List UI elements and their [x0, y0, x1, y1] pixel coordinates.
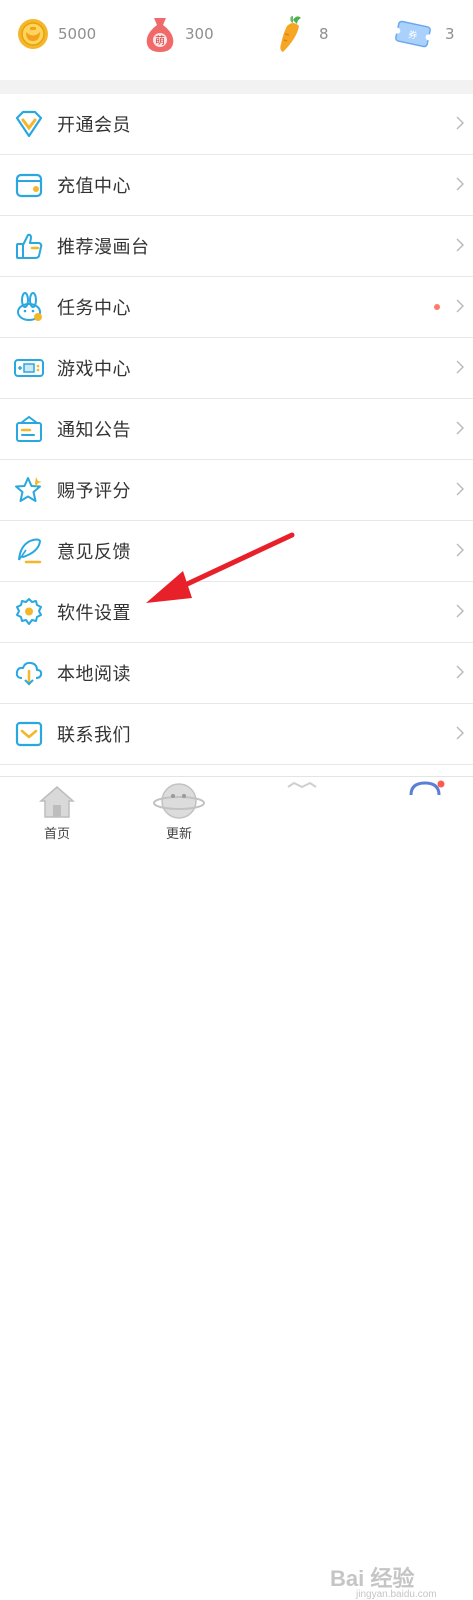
bag-stat[interactable]: 萌 300: [143, 12, 214, 56]
notice-board-icon: [14, 414, 44, 444]
tab-partial-icon[interactable]: [262, 777, 342, 843]
tab-label: 更新: [165, 827, 192, 842]
menu-list: 开通会员 充值中心 推荐漫画台 任务中心 游戏中心 通知公告 赐予评分 意见反馈…: [0, 94, 473, 765]
bag-label: 萌: [155, 34, 165, 47]
bottom-tab-bar: 首页 更新 Bai 经验 jingyan.baidu.com: [0, 776, 473, 1600]
planet-icon: [153, 783, 205, 819]
crown-icon: [287, 781, 317, 789]
chevron-right-icon: [456, 543, 464, 557]
cloud-download-icon: [14, 658, 44, 688]
menu-item-label: 本地阅读: [57, 664, 131, 685]
menu-item-games[interactable]: 游戏中心: [0, 338, 473, 399]
wallet-icon: [14, 170, 44, 200]
chevron-right-icon: [456, 665, 464, 679]
menu-item-label: 软件设置: [57, 603, 131, 624]
gamepad-icon: [14, 353, 44, 383]
rabbit-icon: [14, 292, 44, 322]
bag-count: 300: [185, 25, 214, 43]
menu-item-contact[interactable]: 联系我们: [0, 704, 473, 765]
coin-count: 5000: [58, 25, 97, 43]
wallet-stats-bar: 5000 萌 300 8 券 3: [0, 0, 473, 80]
carrot-stat[interactable]: 8: [275, 12, 329, 56]
chevron-right-icon: [456, 238, 464, 252]
menu-item-label: 赐予评分: [57, 481, 131, 502]
menu-item-label: 意见反馈: [57, 542, 131, 563]
menu-item-rate[interactable]: 赐予评分: [0, 460, 473, 521]
star-icon: [14, 475, 44, 505]
chevron-right-icon: [456, 177, 464, 191]
menu-item-label: 通知公告: [57, 420, 131, 441]
menu-item-label: 开通会员: [57, 115, 131, 136]
menu-item-label: 任务中心: [57, 298, 131, 319]
mail-icon: [14, 719, 44, 749]
menu-item-label: 充值中心: [57, 176, 131, 197]
section-divider: [0, 80, 473, 94]
menu-item-local-reading[interactable]: 本地阅读: [0, 643, 473, 704]
ticket-stat[interactable]: 券 3: [393, 12, 455, 56]
tab-updates[interactable]: 更新: [139, 777, 219, 843]
chevron-right-icon: [456, 360, 464, 374]
tab-home[interactable]: 首页: [17, 777, 97, 843]
chevron-right-icon: [456, 604, 464, 618]
avatar-icon: [409, 780, 445, 795]
menu-item-feedback[interactable]: 意见反馈: [0, 521, 473, 582]
carrot-icon: [280, 16, 301, 52]
menu-item-tasks[interactable]: 任务中心: [0, 277, 473, 338]
gear-icon: [14, 597, 44, 627]
menu-item-label: 联系我们: [57, 725, 131, 746]
carrot-count: 8: [319, 25, 329, 43]
ticket-icon: 券: [394, 20, 432, 48]
menu-item-vip[interactable]: 开通会员: [0, 94, 473, 155]
diamond-icon: [14, 109, 44, 139]
menu-item-label: 推荐漫画台: [57, 237, 150, 258]
watermark-url: jingyan.baidu.com: [356, 1589, 437, 1600]
chevron-right-icon: [456, 116, 464, 130]
home-icon: [39, 786, 75, 818]
ticket-count: 3: [445, 25, 455, 43]
notification-dot: [434, 304, 440, 310]
menu-item-notices[interactable]: 通知公告: [0, 399, 473, 460]
gold-coin-icon: [18, 19, 48, 49]
chevron-right-icon: [456, 482, 464, 496]
tab-profile[interactable]: [385, 777, 465, 843]
thumbs-up-icon: [14, 231, 44, 261]
chevron-right-icon: [456, 726, 464, 740]
menu-item-settings[interactable]: 软件设置: [0, 582, 473, 643]
coin-stat[interactable]: 5000: [16, 12, 96, 56]
chevron-right-icon: [456, 421, 464, 435]
tab-label: 首页: [43, 827, 70, 842]
menu-item-recommend[interactable]: 推荐漫画台: [0, 216, 473, 277]
chevron-right-icon: [456, 299, 464, 313]
feather-pen-icon: [14, 536, 44, 566]
money-bag-icon: 萌: [146, 18, 174, 52]
menu-item-label: 游戏中心: [57, 359, 131, 380]
menu-item-recharge[interactable]: 充值中心: [0, 155, 473, 216]
